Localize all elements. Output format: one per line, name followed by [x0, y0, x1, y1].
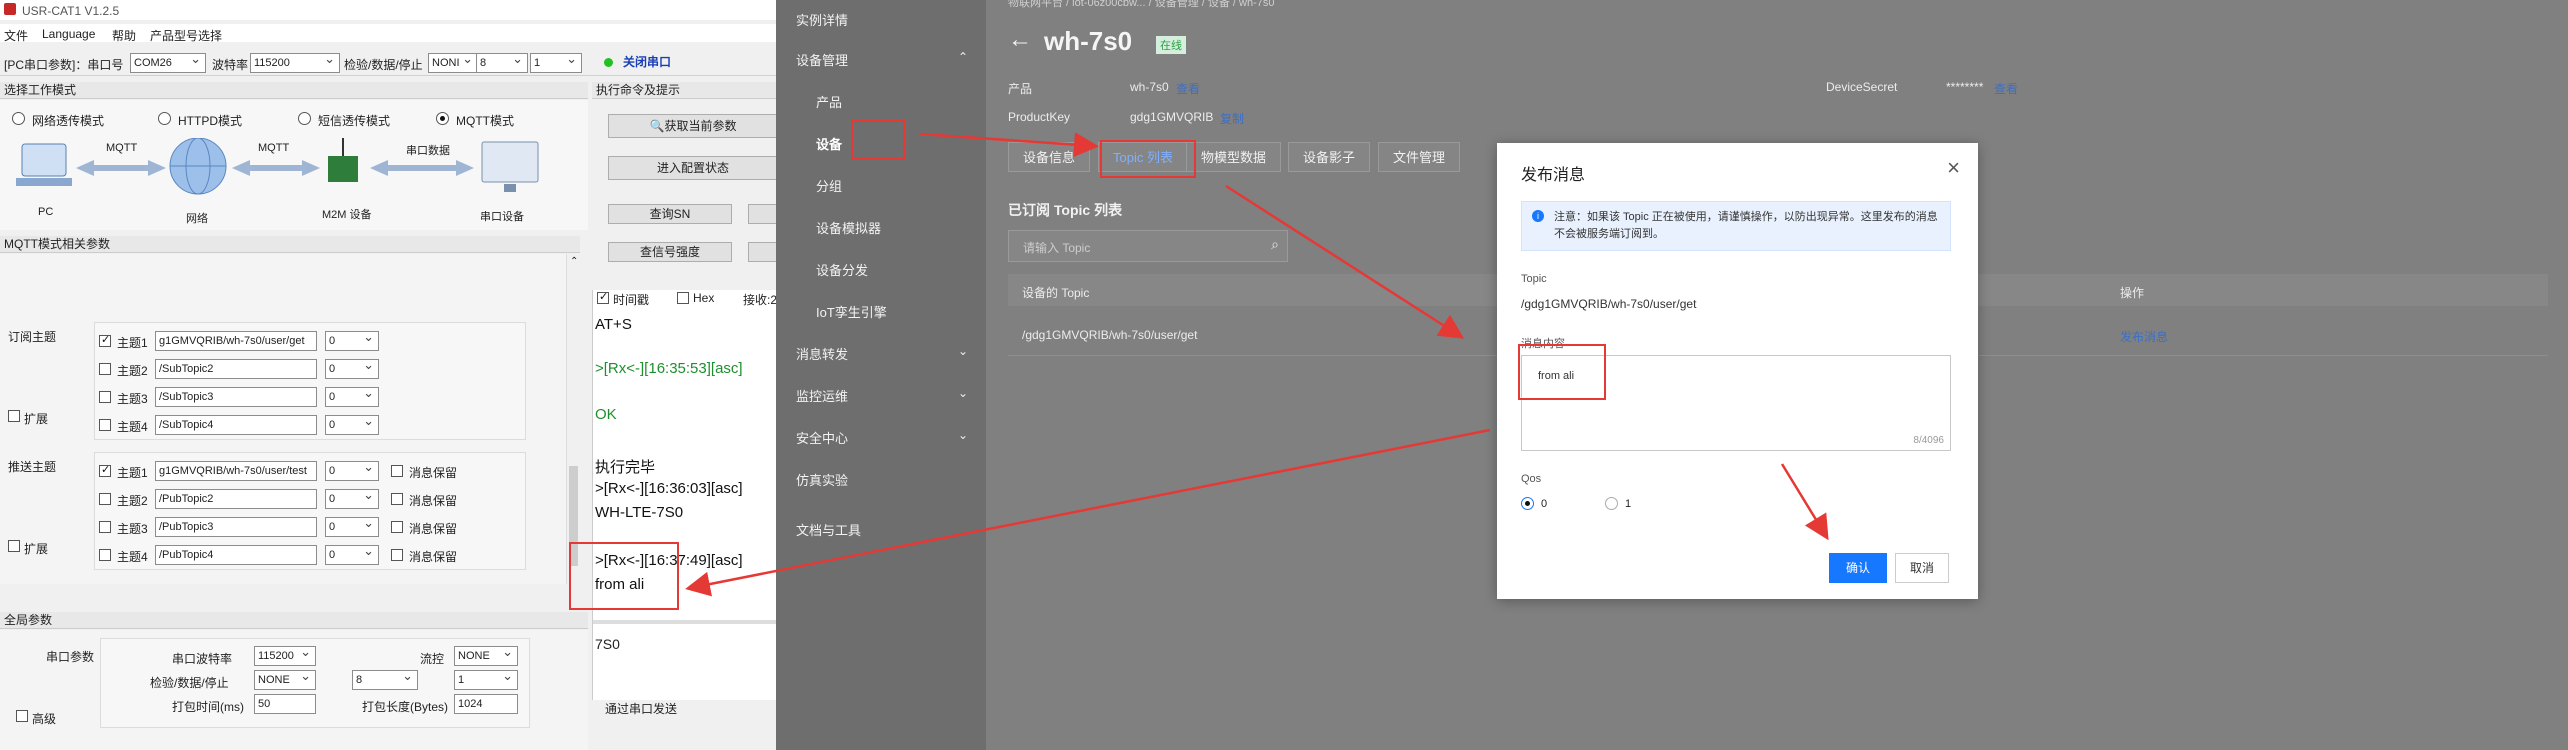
arrow-to-publish	[1225, 184, 1465, 339]
arrow-to-topic-tab	[919, 132, 1099, 158]
arrow-to-confirm	[1780, 463, 1829, 541]
annotation-arrows	[685, 132, 1829, 597]
arrow-to-terminal	[685, 428, 1491, 597]
